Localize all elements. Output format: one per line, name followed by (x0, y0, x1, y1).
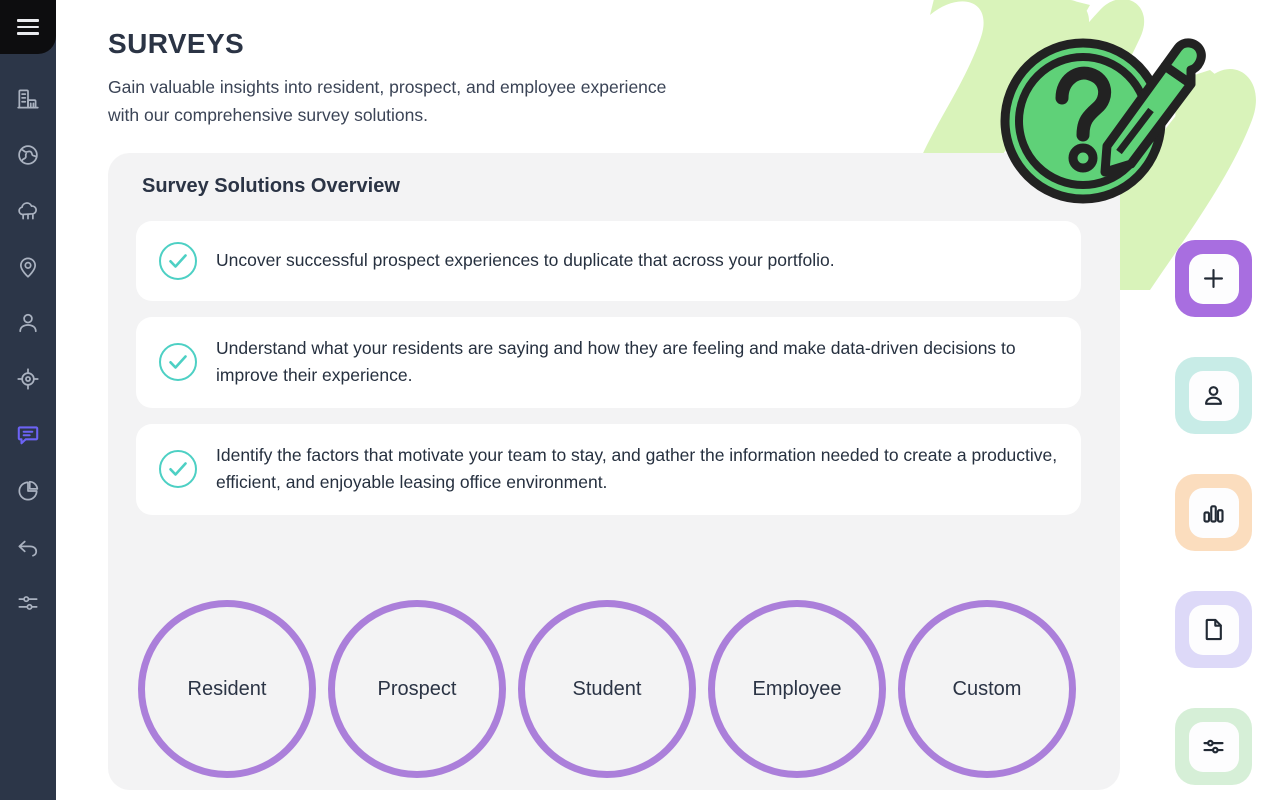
sidebar-item-target[interactable] (8, 362, 48, 396)
sidebar-nav-list (0, 54, 56, 800)
survey-type-label: Prospect (377, 677, 457, 700)
plus-icon (1200, 265, 1227, 292)
sidebar (0, 0, 56, 800)
check-circle-icon (156, 447, 200, 491)
feature-card: Identify the factors that motivate your … (136, 423, 1081, 515)
target-icon (15, 366, 41, 392)
sliders-icon (1200, 733, 1227, 760)
survey-type-label: Employee (752, 677, 842, 700)
feature-list: Uncover successful prospect experiences … (136, 221, 1092, 515)
action-rail (1175, 240, 1252, 785)
survey-type-resident[interactable]: Resident (138, 600, 316, 778)
feature-text: Understand what your residents are sayin… (216, 338, 1016, 386)
sidebar-item-back[interactable] (8, 530, 48, 564)
hamburger-icon (17, 19, 39, 35)
documents-button[interactable] (1175, 591, 1252, 668)
pie-chart-icon (15, 478, 41, 504)
feature-card: Uncover successful prospect experiences … (136, 221, 1081, 301)
sidebar-item-reports[interactable] (8, 474, 48, 508)
page-header: SURVEYS Gain valuable insights into resi… (108, 26, 666, 129)
survey-type-label: Custom (952, 677, 1022, 700)
survey-type-employee[interactable]: Employee (708, 600, 886, 778)
panel-title: Survey Solutions Overview (142, 175, 400, 197)
survey-type-label: Student (572, 677, 642, 700)
contacts-button[interactable] (1175, 357, 1252, 434)
feature-text: Uncover successful prospect experiences … (216, 250, 835, 271)
survey-type-student[interactable]: Student (518, 600, 696, 778)
add-survey-button[interactable] (1175, 240, 1252, 317)
building-icon (15, 86, 41, 112)
survey-solutions-panel: Survey Solutions Overview Uncover succes… (108, 153, 1120, 790)
sidebar-item-surveys[interactable] (8, 418, 48, 452)
user-icon (15, 310, 41, 336)
sliders-icon (15, 590, 41, 616)
check-circle-icon (156, 340, 200, 384)
cloud-icon (15, 198, 41, 224)
document-icon (1200, 616, 1227, 643)
sidebar-item-location[interactable] (8, 250, 48, 284)
survey-type-label: Resident (187, 677, 267, 700)
bar-chart-icon (1200, 499, 1227, 526)
sidebar-item-properties[interactable] (8, 82, 48, 116)
survey-type-prospect[interactable]: Prospect (328, 600, 506, 778)
survey-type-custom[interactable]: Custom (898, 600, 1076, 778)
filters-button[interactable] (1175, 708, 1252, 785)
sidebar-item-cloud[interactable] (8, 194, 48, 228)
check-circle-icon (156, 239, 200, 283)
globe-icon (15, 142, 41, 168)
surveys-page: SURVEYS Gain valuable insights into resi… (0, 0, 1280, 800)
feature-text: Identify the factors that motivate your … (216, 444, 1058, 493)
survey-type-circles: Resident Prospect Student Employee Custo… (138, 600, 1098, 778)
undo-arrow-icon (15, 534, 41, 560)
hamburger-menu-button[interactable] (0, 0, 56, 54)
feature-card: Understand what your residents are sayin… (136, 317, 1081, 408)
map-pin-icon (15, 254, 41, 280)
page-title: SURVEYS (108, 28, 245, 59)
sidebar-item-residents[interactable] (8, 306, 48, 340)
sidebar-item-settings[interactable] (8, 586, 48, 620)
page-subtitle: Gain valuable insights into resident, pr… (108, 77, 667, 125)
analytics-button[interactable] (1175, 474, 1252, 551)
person-icon (1200, 382, 1227, 409)
sidebar-item-globe[interactable] (8, 138, 48, 172)
chat-message-icon (15, 422, 41, 448)
